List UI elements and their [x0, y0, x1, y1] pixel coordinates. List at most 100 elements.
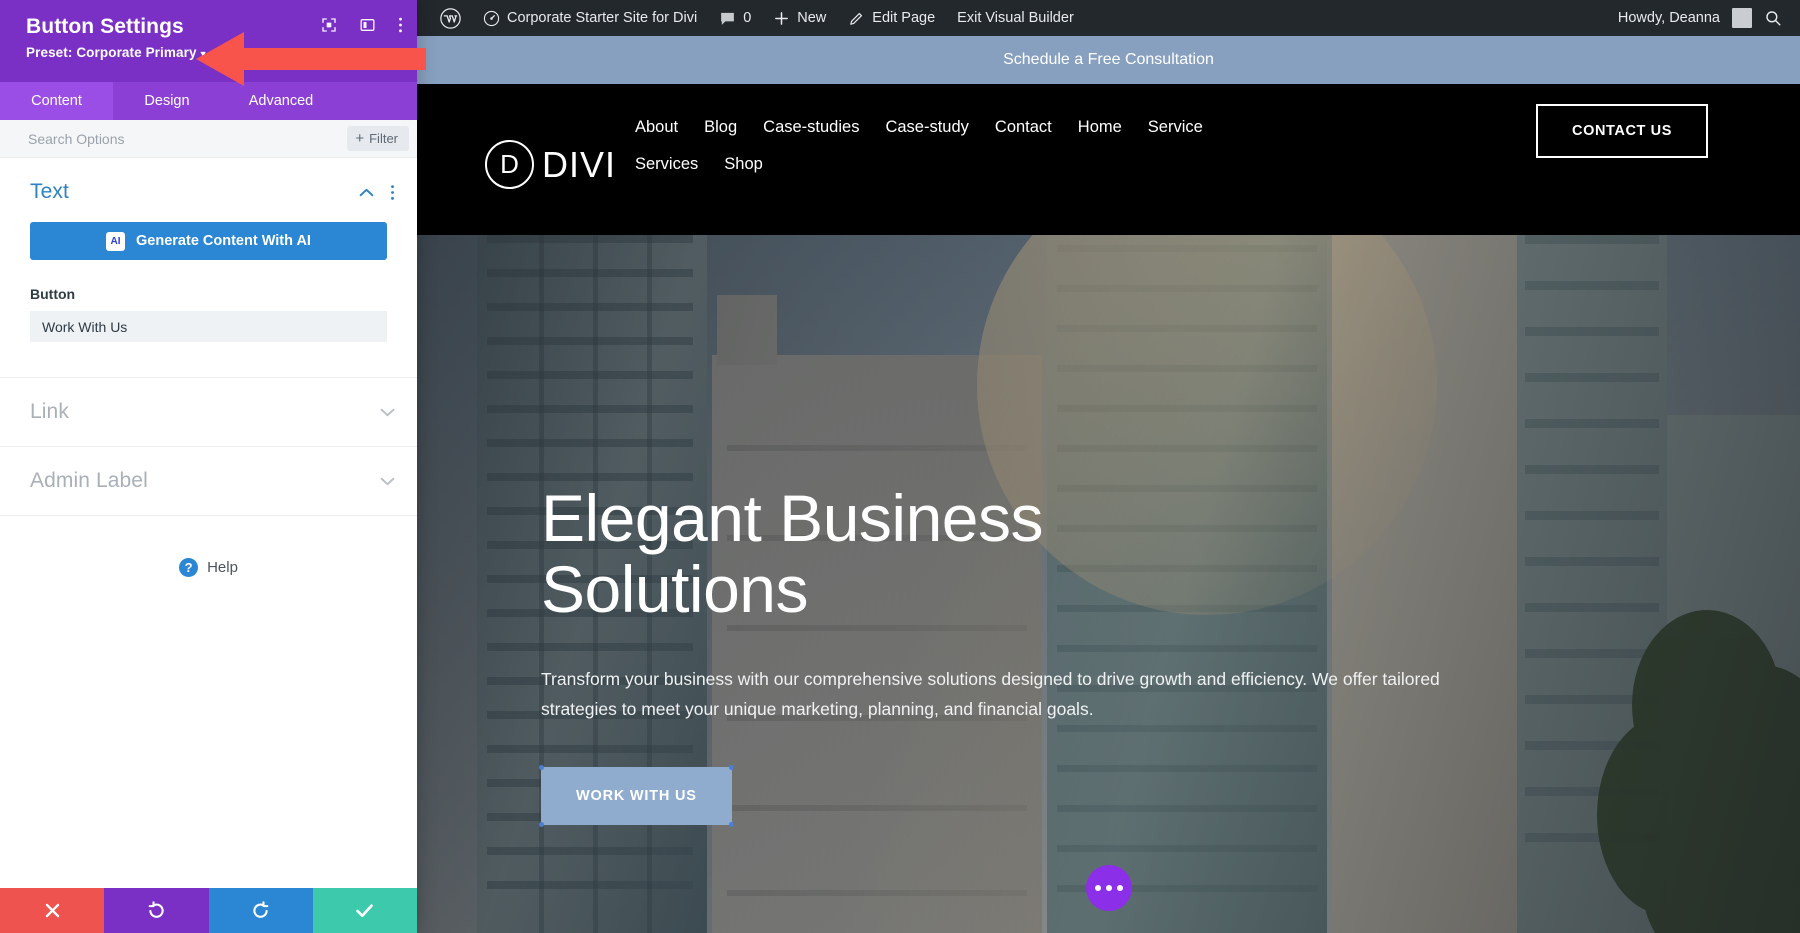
- avatar[interactable]: [1732, 8, 1752, 28]
- new-content-label: New: [797, 10, 826, 26]
- selection-handle-top-left[interactable]: [539, 765, 544, 770]
- nav-link-home[interactable]: Home: [1078, 109, 1122, 146]
- site-name-label: Corporate Starter Site for Divi: [507, 10, 697, 26]
- wordpress-logo-icon: [440, 8, 461, 29]
- pencil-icon: [848, 10, 865, 27]
- exit-visual-builder-menu[interactable]: Exit Visual Builder: [946, 0, 1085, 36]
- divi-logo-wordmark: DIVI: [542, 144, 616, 186]
- check-icon: [354, 900, 375, 921]
- hero-content: Elegant Business Solutions Transform you…: [541, 483, 1501, 825]
- chevron-down-icon: ▼: [199, 49, 208, 59]
- save-button[interactable]: [313, 888, 417, 933]
- hero-button-label: WORK WITH US: [576, 788, 697, 804]
- new-content-menu[interactable]: New: [762, 0, 837, 36]
- divi-logo-mark: D: [485, 140, 534, 189]
- section-text: Text: [0, 158, 417, 222]
- button-text-input[interactable]: [30, 311, 387, 342]
- generate-content-with-ai-button[interactable]: AI Generate Content With AI: [30, 222, 387, 260]
- nav-link-case-study[interactable]: Case-study: [885, 109, 968, 146]
- visual-builder-fab[interactable]: [1086, 865, 1132, 911]
- fab-dot-2: [1106, 885, 1112, 891]
- section-more-options-icon[interactable]: [390, 184, 395, 201]
- hero-title-line-2: Solutions: [541, 554, 1501, 625]
- chevron-down-icon-admin-label[interactable]: [380, 475, 395, 488]
- hero-work-with-us-button[interactable]: WORK WITH US: [541, 767, 732, 825]
- nav-link-about[interactable]: About: [635, 109, 678, 146]
- section-text-title[interactable]: Text: [30, 180, 359, 204]
- site-primary-nav: About Blog Case-studies Case-study Conta…: [635, 109, 1395, 182]
- panel-action-bar: [0, 888, 417, 933]
- search-icon[interactable]: [1764, 9, 1782, 27]
- hero-title-line-1: Elegant Business: [541, 483, 1501, 554]
- comments-count: 0: [743, 10, 751, 26]
- site-name-menu[interactable]: Corporate Starter Site for Divi: [472, 0, 708, 36]
- selection-handle-bottom-left[interactable]: [539, 822, 544, 827]
- section-link-title: Link: [30, 400, 380, 424]
- tab-content[interactable]: Content: [0, 82, 113, 120]
- comment-bubble-icon: [719, 10, 736, 27]
- dashboard-icon: [483, 10, 500, 27]
- ai-badge-icon: AI: [106, 232, 125, 251]
- chevron-down-icon-link[interactable]: [380, 406, 395, 419]
- promo-bar-label: Schedule a Free Consultation: [1003, 51, 1214, 69]
- help-button[interactable]: ? Help: [0, 516, 417, 577]
- button-text-label: Button: [30, 286, 387, 302]
- more-options-icon[interactable]: [398, 16, 403, 34]
- section-admin-label-title: Admin Label: [30, 469, 380, 493]
- search-input[interactable]: [28, 131, 347, 147]
- section-link[interactable]: Link: [0, 378, 417, 447]
- selection-handle-bottom-right[interactable]: [729, 822, 734, 827]
- visual-builder-preview: Elegant Business Solutions Transform you…: [417, 0, 1800, 933]
- close-icon: [43, 901, 62, 920]
- hero-section: Elegant Business Solutions Transform you…: [417, 235, 1800, 933]
- fab-dot-3: [1117, 885, 1123, 891]
- panel-header-icon-group: [321, 16, 403, 34]
- site-header-bar: D DIVI About Blog Case-studies Case-stud…: [417, 84, 1800, 235]
- chevron-up-icon[interactable]: [359, 186, 374, 199]
- button-settings-panel: Button Settings Preset: Corporate Primar…: [0, 0, 417, 933]
- nav-link-case-studies[interactable]: Case-studies: [763, 109, 859, 146]
- undo-button[interactable]: [104, 888, 208, 933]
- plus-icon: +: [355, 131, 364, 146]
- nav-link-services[interactable]: Services: [635, 146, 698, 183]
- nav-link-blog[interactable]: Blog: [704, 109, 737, 146]
- nav-link-shop[interactable]: Shop: [724, 146, 763, 183]
- help-icon: ?: [179, 558, 198, 577]
- tab-design[interactable]: Design: [113, 82, 221, 120]
- panel-search-bar: + Filter: [0, 120, 417, 158]
- promo-bar[interactable]: Schedule a Free Consultation: [417, 36, 1800, 84]
- focus-icon[interactable]: [321, 17, 337, 33]
- nav-link-service[interactable]: Service: [1148, 109, 1203, 146]
- help-label: Help: [207, 559, 238, 576]
- plus-icon: [773, 10, 790, 27]
- tab-advanced[interactable]: Advanced: [221, 82, 341, 120]
- comments-menu[interactable]: 0: [708, 0, 762, 36]
- panel-preset-selector[interactable]: Preset: Corporate Primary▼: [26, 45, 399, 60]
- hero-title: Elegant Business Solutions: [541, 483, 1501, 626]
- selection-handle-top-right[interactable]: [729, 765, 734, 770]
- redo-button[interactable]: [209, 888, 313, 933]
- edit-page-label: Edit Page: [872, 10, 935, 26]
- exit-visual-builder-label: Exit Visual Builder: [957, 10, 1074, 26]
- undo-icon: [146, 900, 167, 921]
- filter-button[interactable]: + Filter: [347, 126, 409, 151]
- fab-dot-1: [1095, 885, 1101, 891]
- filter-button-label: Filter: [369, 131, 398, 146]
- hero-subtitle: Transform your business with our compreh…: [541, 664, 1471, 725]
- cancel-button[interactable]: [0, 888, 104, 933]
- edit-page-menu[interactable]: Edit Page: [837, 0, 946, 36]
- button-text-field-group: Button: [0, 260, 417, 342]
- panel-preset-label: Preset: Corporate Primary: [26, 45, 197, 60]
- howdy-label[interactable]: Howdy, Deanna: [1618, 10, 1720, 26]
- wordpress-logo-menu[interactable]: [429, 0, 472, 36]
- contact-us-button[interactable]: CONTACT US: [1536, 104, 1708, 158]
- section-admin-label[interactable]: Admin Label: [0, 447, 417, 516]
- ai-button-label: Generate Content With AI: [136, 233, 311, 249]
- redo-icon: [250, 900, 271, 921]
- panel-header: Button Settings Preset: Corporate Primar…: [0, 0, 417, 82]
- panel-tabs: Content Design Advanced: [0, 82, 417, 120]
- divi-logo[interactable]: D DIVI: [485, 140, 616, 189]
- layout-toggle-icon[interactable]: [359, 17, 376, 33]
- nav-link-contact[interactable]: Contact: [995, 109, 1052, 146]
- panel-body: Text AI Generate Content With AI Butto: [0, 158, 417, 888]
